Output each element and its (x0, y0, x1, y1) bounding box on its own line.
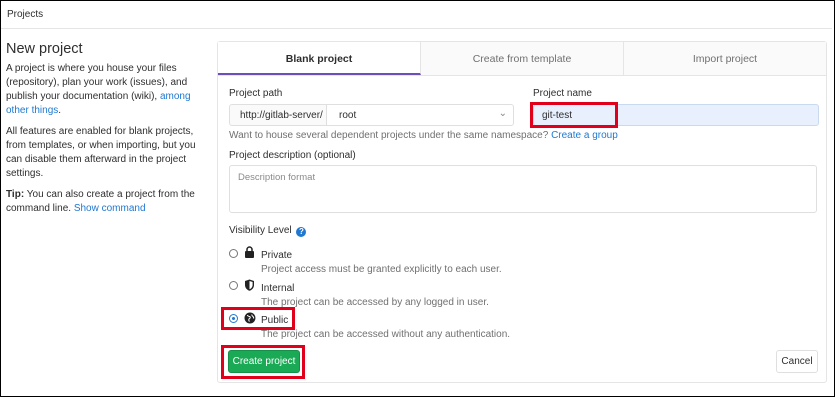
path-prefix: http://gitlab-server/ (229, 104, 327, 126)
create-group-link[interactable]: Create a group (551, 130, 618, 141)
highlight-public-option (221, 307, 295, 330)
visibility-private-desc: Project access must be granted explicitl… (261, 264, 502, 275)
visibility-level-label: Visibility Level ? (229, 225, 307, 237)
show-command-link[interactable]: Show command (74, 203, 146, 214)
visibility-private-radio[interactable] (229, 249, 238, 258)
project-path-label: Project path (229, 88, 283, 99)
namespace-select[interactable]: root ⌄ (326, 104, 514, 126)
visibility-private-label: Private (261, 250, 293, 261)
visibility-internal-label: Internal (261, 283, 295, 294)
page-title: New project (6, 41, 83, 57)
project-tabs: Blank project Create from template Impor… (218, 42, 826, 76)
description-textarea[interactable]: Description format (229, 165, 817, 213)
group-hint: Want to house several dependent projects… (229, 130, 618, 141)
lock-icon (244, 246, 255, 261)
visibility-public-desc: The project can be accessed without any … (261, 329, 511, 340)
highlight-project-name (530, 102, 618, 128)
breadcrumb: Projects (1, 1, 832, 29)
breadcrumb-projects-link[interactable]: Projects (7, 9, 43, 20)
highlight-create-button (221, 345, 305, 379)
features-text: All features are enabled for blank proje… (6, 126, 196, 179)
cancel-button[interactable]: Cancel (776, 350, 818, 373)
intro-text: A project is where you house your files … (6, 63, 191, 116)
sidebar-info: New project A project is where you house… (6, 41, 196, 223)
help-icon[interactable]: ? (296, 227, 307, 237)
shield-icon (244, 279, 255, 294)
chevron-down-icon: ⌄ (498, 108, 507, 119)
tip-text: Tip: You can also create a project from … (6, 189, 195, 214)
tab-import-project[interactable]: Import project (624, 42, 826, 75)
namespace-value: root (339, 110, 357, 121)
visibility-internal-radio[interactable] (229, 281, 238, 290)
description-label: Project description (optional) (229, 150, 356, 161)
visibility-internal-desc: The project can be accessed by any logge… (261, 297, 489, 308)
project-name-label: Project name (533, 88, 592, 99)
tab-create-from-template[interactable]: Create from template (421, 42, 624, 75)
tab-blank-project[interactable]: Blank project (218, 42, 421, 75)
